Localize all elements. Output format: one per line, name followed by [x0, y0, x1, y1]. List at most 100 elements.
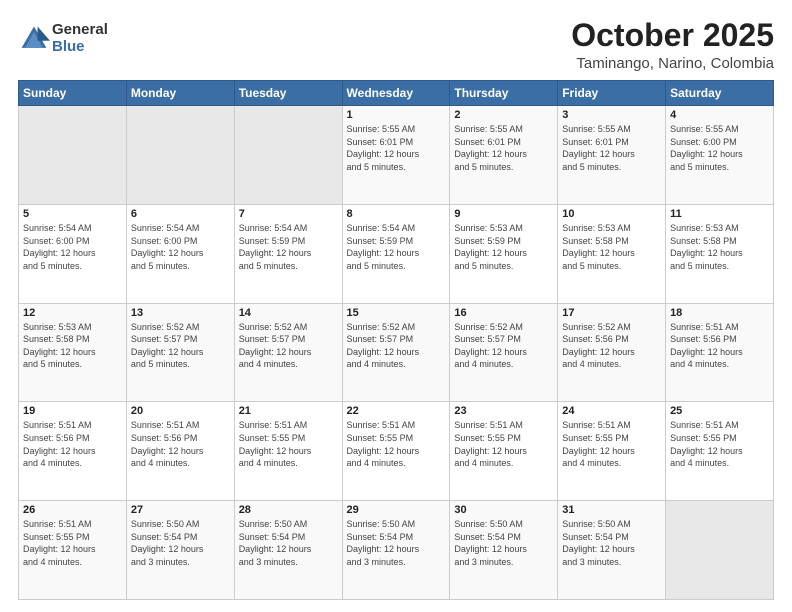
- calendar-cell: 8 Sunrise: 5:54 AM Sunset: 5:59 PM Daylig…: [342, 204, 450, 303]
- day-number: 26: [23, 504, 122, 516]
- day-info: Sunrise: 5:51 AM Sunset: 5:55 PM Dayligh…: [562, 419, 661, 469]
- calendar-cell: 24 Sunrise: 5:51 AM Sunset: 5:55 PM Dayli…: [558, 402, 666, 501]
- weekday-header-sunday: Sunday: [19, 81, 127, 106]
- day-info: Sunrise: 5:53 AM Sunset: 5:58 PM Dayligh…: [23, 321, 122, 371]
- day-number: 16: [454, 307, 553, 319]
- weekday-header-friday: Friday: [558, 81, 666, 106]
- calendar-cell: 14 Sunrise: 5:52 AM Sunset: 5:57 PM Dayli…: [234, 303, 342, 402]
- day-number: 9: [454, 208, 553, 220]
- title-block: October 2025 Taminango, Narino, Colombia: [571, 18, 774, 72]
- day-info: Sunrise: 5:50 AM Sunset: 5:54 PM Dayligh…: [239, 518, 338, 568]
- calendar-cell: [19, 106, 127, 205]
- calendar-cell: 27 Sunrise: 5:50 AM Sunset: 5:54 PM Dayli…: [126, 501, 234, 600]
- calendar-cell: 20 Sunrise: 5:51 AM Sunset: 5:56 PM Dayli…: [126, 402, 234, 501]
- day-info: Sunrise: 5:50 AM Sunset: 5:54 PM Dayligh…: [454, 518, 553, 568]
- day-info: Sunrise: 5:52 AM Sunset: 5:56 PM Dayligh…: [562, 321, 661, 371]
- calendar-week-row: 12 Sunrise: 5:53 AM Sunset: 5:58 PM Dayli…: [19, 303, 774, 402]
- calendar-cell: [126, 106, 234, 205]
- weekday-header-monday: Monday: [126, 81, 234, 106]
- calendar-cell: 18Sunrise: 5:51 AM Sunset: 5:56 PM Dayli…: [666, 303, 774, 402]
- day-info: Sunrise: 5:54 AM Sunset: 6:00 PM Dayligh…: [131, 222, 230, 272]
- calendar-cell: 28 Sunrise: 5:50 AM Sunset: 5:54 PM Dayli…: [234, 501, 342, 600]
- day-info: Sunrise: 5:54 AM Sunset: 5:59 PM Dayligh…: [347, 222, 446, 272]
- day-number: 1: [347, 109, 446, 121]
- location: Taminango, Narino, Colombia: [571, 55, 774, 72]
- day-info: Sunrise: 5:50 AM Sunset: 5:54 PM Dayligh…: [562, 518, 661, 568]
- calendar-cell: 23 Sunrise: 5:51 AM Sunset: 5:55 PM Dayli…: [450, 402, 558, 501]
- logo-text: General Blue: [52, 22, 108, 55]
- weekday-header-wednesday: Wednesday: [342, 81, 450, 106]
- day-info: Sunrise: 5:51 AM Sunset: 5:55 PM Dayligh…: [454, 419, 553, 469]
- day-number: 17: [562, 307, 661, 319]
- calendar-cell: 3Sunrise: 5:55 AM Sunset: 6:01 PM Daylig…: [558, 106, 666, 205]
- month-title: October 2025: [571, 18, 774, 53]
- day-number: 4: [670, 109, 769, 121]
- calendar-cell: 26Sunrise: 5:51 AM Sunset: 5:55 PM Dayli…: [19, 501, 127, 600]
- day-number: 18: [670, 307, 769, 319]
- day-number: 19: [23, 405, 122, 417]
- calendar-cell: 2 Sunrise: 5:55 AM Sunset: 6:01 PM Daylig…: [450, 106, 558, 205]
- day-info: Sunrise: 5:51 AM Sunset: 5:55 PM Dayligh…: [670, 419, 769, 469]
- calendar-cell: 6 Sunrise: 5:54 AM Sunset: 6:00 PM Daylig…: [126, 204, 234, 303]
- calendar-cell: 16 Sunrise: 5:52 AM Sunset: 5:57 PM Dayli…: [450, 303, 558, 402]
- calendar-cell: 31 Sunrise: 5:50 AM Sunset: 5:54 PM Dayli…: [558, 501, 666, 600]
- day-number: 8: [347, 208, 446, 220]
- day-info: Sunrise: 5:53 AM Sunset: 5:58 PM Dayligh…: [562, 222, 661, 272]
- calendar-cell: 9Sunrise: 5:53 AM Sunset: 5:59 PM Daylig…: [450, 204, 558, 303]
- day-number: 23: [454, 405, 553, 417]
- calendar-cell: 12 Sunrise: 5:53 AM Sunset: 5:58 PM Dayli…: [19, 303, 127, 402]
- logo-icon: [18, 23, 50, 55]
- calendar-cell: 21 Sunrise: 5:51 AM Sunset: 5:55 PM Dayli…: [234, 402, 342, 501]
- day-number: 24: [562, 405, 661, 417]
- day-info: Sunrise: 5:55 AM Sunset: 6:01 PM Dayligh…: [347, 123, 446, 173]
- day-number: 21: [239, 405, 338, 417]
- day-info: Sunrise: 5:50 AM Sunset: 5:54 PM Dayligh…: [347, 518, 446, 568]
- day-info: Sunrise: 5:54 AM Sunset: 5:59 PM Dayligh…: [239, 222, 338, 272]
- calendar-cell: 19 Sunrise: 5:51 AM Sunset: 5:56 PM Dayli…: [19, 402, 127, 501]
- day-info: Sunrise: 5:54 AM Sunset: 6:00 PM Dayligh…: [23, 222, 122, 272]
- calendar-table: SundayMondayTuesdayWednesdayThursdayFrid…: [18, 80, 774, 600]
- calendar-cell: 13 Sunrise: 5:52 AM Sunset: 5:57 PM Dayli…: [126, 303, 234, 402]
- calendar-week-row: 1 Sunrise: 5:55 AM Sunset: 6:01 PM Daylig…: [19, 106, 774, 205]
- calendar-cell: 5 Sunrise: 5:54 AM Sunset: 6:00 PM Daylig…: [19, 204, 127, 303]
- day-number: 28: [239, 504, 338, 516]
- day-number: 15: [347, 307, 446, 319]
- day-info: Sunrise: 5:55 AM Sunset: 6:01 PM Dayligh…: [454, 123, 553, 173]
- day-info: Sunrise: 5:51 AM Sunset: 5:55 PM Dayligh…: [347, 419, 446, 469]
- calendar-cell: [666, 501, 774, 600]
- day-number: 12: [23, 307, 122, 319]
- weekday-header-tuesday: Tuesday: [234, 81, 342, 106]
- day-number: 14: [239, 307, 338, 319]
- page: General Blue October 2025 Taminango, Nar…: [0, 0, 792, 612]
- day-number: 20: [131, 405, 230, 417]
- day-number: 11: [670, 208, 769, 220]
- calendar-cell: 29Sunrise: 5:50 AM Sunset: 5:54 PM Dayli…: [342, 501, 450, 600]
- calendar-cell: 10 Sunrise: 5:53 AM Sunset: 5:58 PM Dayli…: [558, 204, 666, 303]
- day-info: Sunrise: 5:52 AM Sunset: 5:57 PM Dayligh…: [454, 321, 553, 371]
- logo: General Blue: [18, 22, 108, 55]
- calendar-cell: 1 Sunrise: 5:55 AM Sunset: 6:01 PM Daylig…: [342, 106, 450, 205]
- calendar-cell: 7Sunrise: 5:54 AM Sunset: 5:59 PM Daylig…: [234, 204, 342, 303]
- day-info: Sunrise: 5:52 AM Sunset: 5:57 PM Dayligh…: [131, 321, 230, 371]
- day-number: 6: [131, 208, 230, 220]
- calendar-cell: 11Sunrise: 5:53 AM Sunset: 5:58 PM Dayli…: [666, 204, 774, 303]
- day-number: 5: [23, 208, 122, 220]
- day-number: 27: [131, 504, 230, 516]
- day-number: 13: [131, 307, 230, 319]
- day-info: Sunrise: 5:55 AM Sunset: 6:00 PM Dayligh…: [670, 123, 769, 173]
- calendar-cell: [234, 106, 342, 205]
- day-number: 2: [454, 109, 553, 121]
- calendar-week-row: 19 Sunrise: 5:51 AM Sunset: 5:56 PM Dayli…: [19, 402, 774, 501]
- day-number: 10: [562, 208, 661, 220]
- day-info: Sunrise: 5:50 AM Sunset: 5:54 PM Dayligh…: [131, 518, 230, 568]
- calendar-cell: 4 Sunrise: 5:55 AM Sunset: 6:00 PM Daylig…: [666, 106, 774, 205]
- calendar-week-row: 5 Sunrise: 5:54 AM Sunset: 6:00 PM Daylig…: [19, 204, 774, 303]
- calendar-cell: 25Sunrise: 5:51 AM Sunset: 5:55 PM Dayli…: [666, 402, 774, 501]
- day-info: Sunrise: 5:52 AM Sunset: 5:57 PM Dayligh…: [239, 321, 338, 371]
- day-info: Sunrise: 5:51 AM Sunset: 5:56 PM Dayligh…: [23, 419, 122, 469]
- calendar-cell: 15Sunrise: 5:52 AM Sunset: 5:57 PM Dayli…: [342, 303, 450, 402]
- logo-blue: Blue: [52, 39, 108, 56]
- day-info: Sunrise: 5:51 AM Sunset: 5:56 PM Dayligh…: [131, 419, 230, 469]
- day-number: 31: [562, 504, 661, 516]
- day-info: Sunrise: 5:51 AM Sunset: 5:55 PM Dayligh…: [239, 419, 338, 469]
